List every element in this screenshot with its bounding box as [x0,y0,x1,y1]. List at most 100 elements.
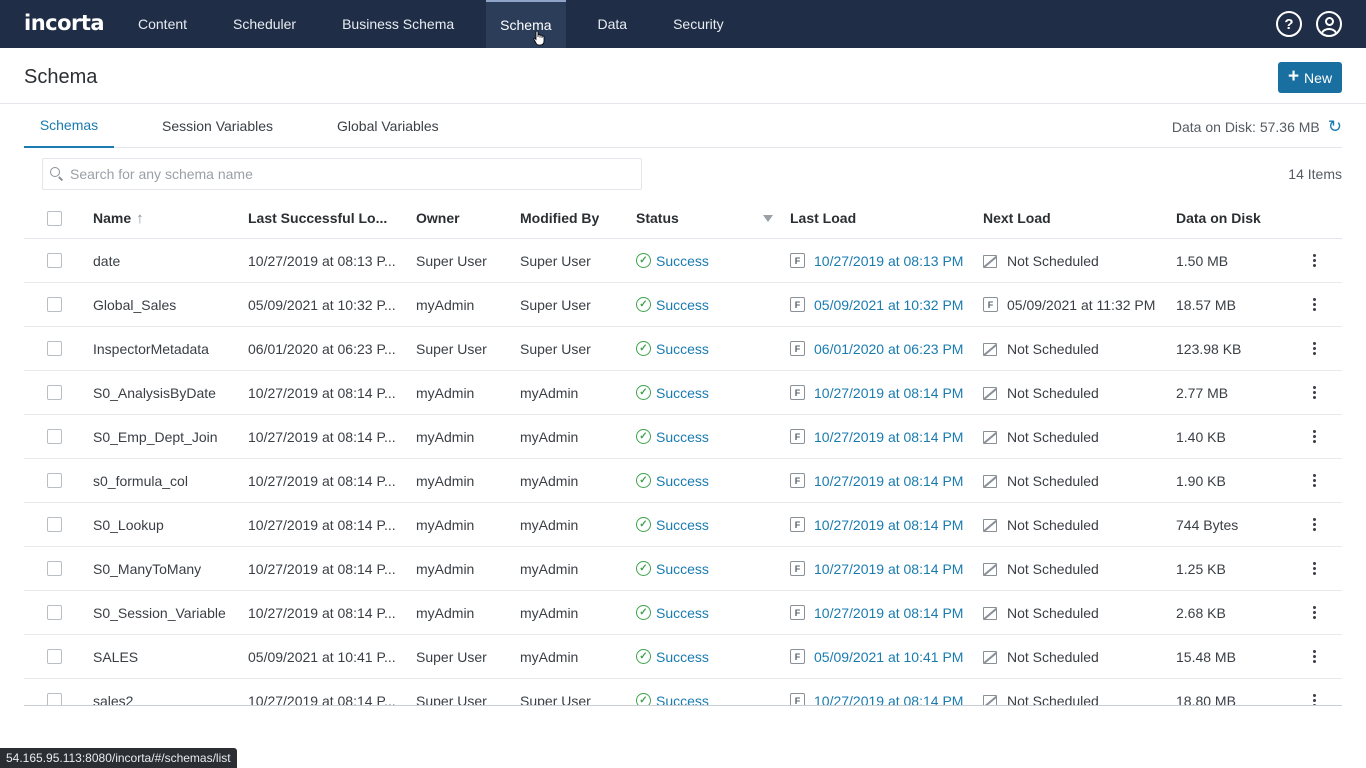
table-row[interactable]: s0_formula_col 10/27/2019 at 08:14 P... my… [24,459,1342,503]
nav-item-scheduler[interactable]: Scheduler [219,0,310,48]
status-link[interactable]: Success [656,473,709,489]
column-header-last-successful-load[interactable]: Last Successful Lo... [248,198,408,238]
success-check-icon: ✓ [636,429,651,444]
last-load-link[interactable]: 10/27/2019 at 08:13 PM [814,253,963,269]
column-header-next-load[interactable]: Next Load [983,198,1051,238]
column-header-owner[interactable]: Owner [416,198,460,238]
schema-name[interactable]: S0_Lookup [93,503,243,546]
schema-name[interactable]: S0_AnalysisByDate [93,371,243,414]
table-row[interactable]: S0_Session_Variable 10/27/2019 at 08:14 P… [24,591,1342,635]
status-link[interactable]: Success [656,429,709,445]
help-icon[interactable]: ? [1276,11,1302,37]
tab-session-variables[interactable]: Session Variables [162,104,273,148]
row-actions-menu-icon[interactable] [1309,342,1319,355]
row-checkbox[interactable] [47,561,62,576]
tab-schemas[interactable]: Schemas [24,104,114,148]
row-checkbox[interactable] [47,473,62,488]
column-header-name[interactable]: Name ↑ [93,198,144,238]
column-header-last-load[interactable]: Last Load [790,198,856,238]
schema-name[interactable]: sales2 [93,679,243,706]
row-checkbox[interactable] [47,253,62,268]
column-header-modified-by[interactable]: Modified By [520,198,599,238]
last-load-link[interactable]: 05/09/2021 at 10:32 PM [814,297,963,313]
table-row[interactable]: S0_Lookup 10/27/2019 at 08:14 P... myAdmin… [24,503,1342,547]
row-actions-menu-icon[interactable] [1309,298,1319,311]
status-link[interactable]: Success [656,561,709,577]
last-load-link[interactable]: 10/27/2019 at 08:14 PM [814,473,963,489]
row-actions-menu-icon[interactable] [1309,694,1319,705]
nav-item-schema[interactable]: Schema [486,0,566,48]
schema-name[interactable]: S0_Emp_Dept_Join [93,415,243,458]
user-profile-icon[interactable] [1316,11,1342,37]
schema-name[interactable]: date [93,239,243,282]
row-checkbox[interactable] [47,517,62,532]
table-row[interactable]: InspectorMetadata 06/01/2020 at 06:23 P..… [24,327,1342,371]
next-load-value: Not Scheduled [1007,472,1099,489]
row-actions-menu-icon[interactable] [1309,254,1319,267]
row-checkbox[interactable] [47,429,62,444]
row-actions-menu-icon[interactable] [1309,606,1319,619]
last-load-link[interactable]: 10/27/2019 at 08:14 PM [814,605,963,621]
last-load-link[interactable]: 10/27/2019 at 08:14 PM [814,385,963,401]
nav-item-data[interactable]: Data [584,0,642,48]
column-header-status[interactable]: Status [636,198,679,238]
page-header: Schema + New [0,48,1366,104]
schema-name[interactable]: InspectorMetadata [93,327,243,370]
last-load-link[interactable]: 06/01/2020 at 06:23 PM [814,341,963,357]
table-row[interactable]: S0_Emp_Dept_Join 10/27/2019 at 08:14 P...… [24,415,1342,459]
refresh-icon[interactable]: ↻ [1328,118,1342,135]
select-all-checkbox[interactable] [47,210,62,226]
status-link[interactable]: Success [656,385,709,401]
row-checkbox[interactable] [47,605,62,620]
last-successful-load: 10/27/2019 at 08:14 P... [248,472,396,489]
table-row[interactable]: SALES 05/09/2021 at 10:41 P... Super User m… [24,635,1342,679]
status-link[interactable]: Success [656,649,709,665]
schema-name[interactable]: SALES [93,635,243,678]
status-link[interactable]: Success [656,605,709,621]
table-row[interactable]: date 10/27/2019 at 08:13 P... Super User Su… [24,239,1342,283]
row-actions-menu-icon[interactable] [1309,430,1319,443]
not-scheduled-calendar-icon [983,475,997,488]
row-actions-menu-icon[interactable] [1309,474,1319,487]
status-link[interactable]: Success [656,341,709,357]
last-load-link[interactable]: 10/27/2019 at 08:14 PM [814,693,963,706]
last-load-link[interactable]: 05/09/2021 at 10:41 PM [814,649,963,665]
row-checkbox[interactable] [47,297,62,312]
incorta-logo[interactable]: incorta [24,11,105,35]
last-load-link[interactable]: 10/27/2019 at 08:14 PM [814,517,963,533]
row-checkbox[interactable] [47,385,62,400]
modified-by: myAdmin [520,516,579,533]
search-input[interactable] [70,166,630,182]
schema-name[interactable]: Global_Sales [93,283,243,326]
status-filter-icon[interactable] [763,214,773,222]
status-link[interactable]: Success [656,297,709,313]
row-actions-menu-icon[interactable] [1309,562,1319,575]
tab-global-variables[interactable]: Global Variables [337,104,439,148]
table-row[interactable]: S0_ManyToMany 10/27/2019 at 08:14 P... myA… [24,547,1342,591]
last-load-link[interactable]: 10/27/2019 at 08:14 PM [814,561,963,577]
status-link[interactable]: Success [656,693,709,706]
schema-name[interactable]: s0_formula_col [93,459,243,502]
full-load-badge: F [790,429,805,444]
row-checkbox[interactable] [47,649,62,664]
table-row[interactable]: S0_AnalysisByDate 10/27/2019 at 08:14 P..… [24,371,1342,415]
nav-item-security[interactable]: Security [659,0,738,48]
row-checkbox[interactable] [47,341,62,356]
row-actions-menu-icon[interactable] [1309,518,1319,531]
table-row[interactable]: Global_Sales 05/09/2021 at 10:32 P... myAd… [24,283,1342,327]
column-header-data-on-disk[interactable]: Data on Disk [1176,198,1261,238]
row-actions-menu-icon[interactable] [1309,386,1319,399]
schema-name[interactable]: S0_ManyToMany [93,547,243,590]
success-check-icon: ✓ [636,517,651,532]
row-checkbox[interactable] [47,693,62,705]
status-link[interactable]: Success [656,253,709,269]
table-row[interactable]: sales2 10/27/2019 at 08:14 P... Super User… [24,679,1342,706]
last-load-link[interactable]: 10/27/2019 at 08:14 PM [814,429,963,445]
nav-item-content[interactable]: Content [124,0,201,48]
schema-name[interactable]: S0_Session_Variable [93,591,243,634]
owner: Super User [416,648,487,665]
nav-item-business-schema[interactable]: Business Schema [328,0,468,48]
status-link[interactable]: Success [656,517,709,533]
new-button[interactable]: + New [1278,62,1342,93]
row-actions-menu-icon[interactable] [1309,650,1319,663]
